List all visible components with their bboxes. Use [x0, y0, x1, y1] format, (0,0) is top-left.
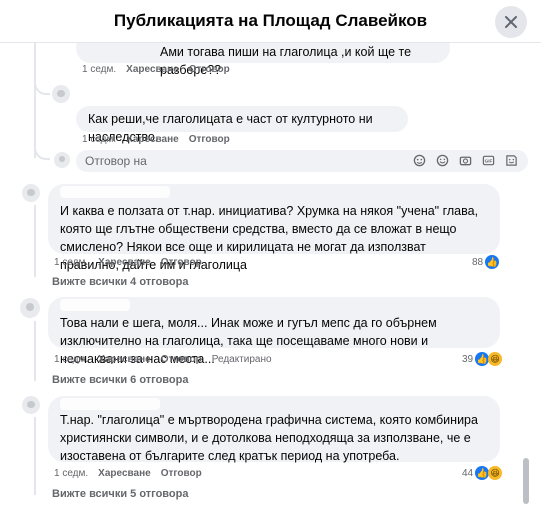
- comment-time[interactable]: 1 седм.: [54, 354, 88, 365]
- like-link[interactable]: Харесване: [98, 354, 151, 365]
- close-icon: [505, 16, 517, 28]
- like-reaction-icon: 👍: [475, 466, 490, 480]
- edited-label[interactable]: Редактирано: [212, 354, 272, 365]
- avatar[interactable]: [52, 85, 70, 103]
- view-all-replies[interactable]: Вижте всички 6 отговора: [52, 374, 188, 386]
- avatar[interactable]: [22, 184, 40, 202]
- reaction-count: 44: [462, 467, 474, 479]
- like-link[interactable]: Харесване: [98, 257, 151, 268]
- like-reaction-icon: 👍: [475, 352, 490, 366]
- comment-actions: 1 седм. Харесване Отговор Редактирано: [54, 354, 272, 365]
- comments-list: Ами тогава пиши на глаголица ,и кой ще т…: [0, 43, 541, 507]
- reply-bubble: Ами тогава пиши на глаголица ,и кой ще т…: [76, 43, 450, 77]
- thread-line: [34, 205, 36, 277]
- camera-icon[interactable]: [458, 153, 472, 167]
- reaction-count: 39: [462, 353, 474, 365]
- avatar[interactable]: [20, 298, 40, 318]
- author-name[interactable]: [88, 87, 208, 99]
- reply-link[interactable]: Отговор: [161, 257, 202, 268]
- reply-actions: 1 седм. Харесване Отговор: [82, 134, 230, 145]
- view-all-replies[interactable]: Вижте всички 4 отговора: [52, 276, 188, 288]
- dialog-title: Публикацията на Площад Славейков: [113, 11, 428, 30]
- gif-icon[interactable]: GIF: [481, 153, 495, 167]
- reply-placeholder: Отговор на: [85, 154, 147, 168]
- reply-tools: GIF: [412, 153, 518, 167]
- thread-connector: [34, 79, 50, 95]
- reply-time[interactable]: 1 седм.: [82, 64, 116, 75]
- reactions-summary[interactable]: 39 👍 😆: [462, 352, 503, 366]
- sticker-icon[interactable]: [504, 153, 518, 167]
- avatar-sticker-icon[interactable]: [412, 153, 426, 167]
- thread-line: [34, 417, 36, 495]
- reply-time[interactable]: 1 седм.: [82, 134, 116, 145]
- reply-actions: 1 седм. Харесване Отговор: [82, 64, 230, 75]
- reaction-count: 88: [472, 256, 484, 268]
- thread-line: [34, 43, 36, 158]
- emoji-icon[interactable]: [435, 153, 449, 167]
- comment-text: Т.нар. "глаголица" е мъртвородена графич…: [60, 413, 478, 463]
- scrollbar[interactable]: [523, 458, 529, 504]
- reply-link[interactable]: Отговор: [189, 64, 230, 75]
- comment-actions: 1 седм. Харесване Отговор: [54, 257, 202, 268]
- like-link[interactable]: Харесване: [98, 468, 151, 479]
- like-link[interactable]: Харесване: [126, 134, 179, 145]
- reply-link[interactable]: Отговор: [161, 354, 202, 365]
- thread-connector: [34, 144, 50, 160]
- reactions-summary[interactable]: 44 👍 😆: [462, 466, 503, 480]
- avatar[interactable]: [22, 396, 40, 414]
- author-name[interactable]: [60, 186, 170, 198]
- comment-time[interactable]: 1 седм.: [54, 468, 88, 479]
- comment-time[interactable]: 1 седм.: [54, 257, 88, 268]
- author-name[interactable]: [60, 398, 160, 410]
- close-button[interactable]: [495, 6, 527, 38]
- thread-line: [34, 321, 36, 381]
- comment-actions: 1 седм. Харесване Отговор: [54, 468, 202, 479]
- reply-link[interactable]: Отговор: [189, 134, 230, 145]
- like-link[interactable]: Харесване: [126, 64, 179, 75]
- haha-reaction-icon: 😆: [488, 352, 503, 366]
- reactions-summary[interactable]: 88 👍: [472, 255, 500, 269]
- haha-reaction-icon: 😆: [488, 466, 503, 480]
- reply-link[interactable]: Отговор: [161, 468, 202, 479]
- my-avatar[interactable]: [54, 152, 70, 168]
- dialog-header: Публикацията на Площад Славейков: [0, 0, 541, 43]
- reply-bubble: Как реши,че глаголицата е част от култур…: [76, 106, 408, 144]
- like-reaction-icon: 👍: [485, 255, 500, 269]
- reply-input[interactable]: Отговор на GIF: [76, 150, 528, 172]
- author-name[interactable]: [60, 299, 130, 311]
- svg-text:GIF: GIF: [484, 158, 492, 163]
- view-all-replies[interactable]: Вижте всички 5 отговора: [52, 488, 188, 500]
